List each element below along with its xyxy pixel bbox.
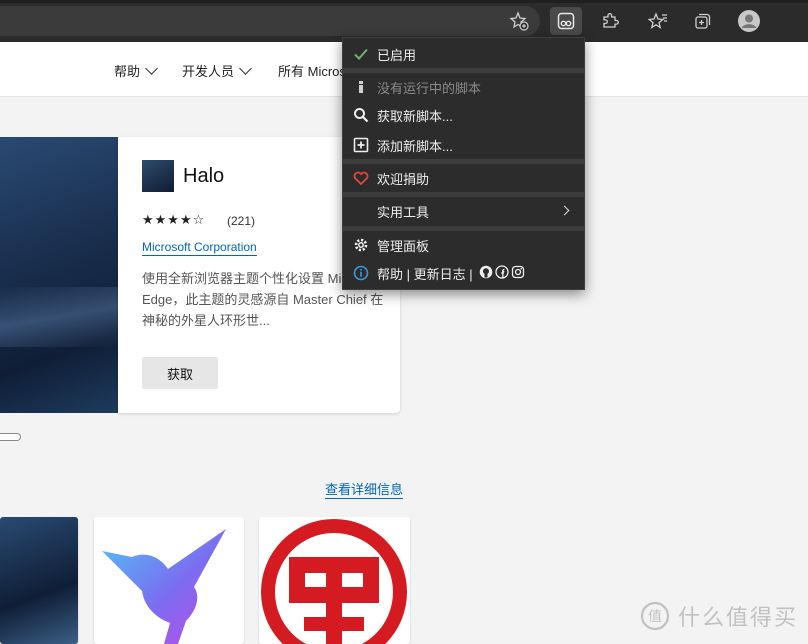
- nav-item-label: 帮助: [114, 64, 141, 79]
- menu-item-label: 添加新脚本...: [377, 138, 453, 154]
- info-icon: [353, 265, 369, 281]
- heart-icon: [353, 170, 369, 186]
- tampermonkey-extension-icon[interactable]: [550, 7, 582, 35]
- menu-item-label: 已启用: [377, 47, 417, 63]
- profile-avatar-icon[interactable]: [733, 7, 765, 35]
- github-icon[interactable]: [479, 265, 493, 279]
- nav-item-help[interactable]: 帮助: [114, 61, 158, 80]
- tampermonkey-menu: 已启用 没有运行中的脚本 获取新脚本... 添加新脚本... 欢迎捐助 实用工具: [342, 37, 585, 290]
- watermark: 值 什么值得买: [640, 600, 798, 632]
- social-links: [479, 265, 525, 279]
- nav-item-label: 开发人员: [182, 64, 235, 79]
- get-button[interactable]: 获取: [142, 357, 218, 389]
- view-details-link[interactable]: 查看详细信息: [325, 482, 404, 499]
- tile-icbc[interactable]: [259, 517, 410, 644]
- add-box-icon: [353, 137, 369, 153]
- menu-item-get-new-scripts[interactable]: 获取新脚本...: [343, 101, 584, 129]
- browser-toolbar: [0, 0, 808, 42]
- extensions-icon[interactable]: [594, 7, 626, 35]
- chevron-right-icon: [559, 205, 570, 216]
- menu-item-label: 帮助 | 更新日志 |: [377, 266, 473, 282]
- menu-item-label: 实用工具: [377, 204, 430, 220]
- theme-title: Halo: [183, 165, 225, 187]
- menu-item-help-changelog[interactable]: 帮助 | 更新日志 |: [343, 259, 584, 287]
- watermark-logo: 值: [640, 601, 670, 631]
- icbc-logo-icon: [261, 519, 407, 644]
- check-icon: [353, 46, 369, 62]
- menu-item-label: 没有运行中的脚本: [377, 80, 482, 96]
- tile-bird-app[interactable]: [94, 517, 244, 644]
- nav-item-all-microsoft[interactable]: 所有 Micros: [278, 61, 346, 80]
- menu-item-enabled[interactable]: 已启用: [343, 40, 584, 68]
- search-icon: [353, 107, 369, 123]
- watermark-logo-char: 值: [648, 609, 662, 625]
- favorites-icon[interactable]: [642, 7, 674, 35]
- theme-logo: [142, 160, 174, 192]
- menu-item-no-scripts: 没有运行中的脚本: [343, 73, 584, 101]
- publisher-link[interactable]: Microsoft Corporation: [142, 240, 257, 256]
- menu-item-donate[interactable]: 欢迎捐助: [343, 164, 584, 192]
- facebook-icon[interactable]: [495, 265, 509, 279]
- menu-item-label: 获取新脚本...: [377, 108, 453, 124]
- window-top-edge: [0, 0, 808, 3]
- star-rating: ★★★★☆: [142, 213, 206, 228]
- menu-item-add-new-script[interactable]: 添加新脚本...: [343, 131, 584, 159]
- menu-item-label: 管理面板: [377, 238, 430, 254]
- hero-image-highlight: [0, 287, 118, 347]
- instagram-icon[interactable]: [511, 265, 525, 279]
- tile-halo[interactable]: [0, 517, 78, 644]
- favorites-add-icon[interactable]: [503, 7, 535, 35]
- menu-item-dashboard[interactable]: 管理面板: [343, 231, 584, 259]
- hero-banner-image[interactable]: [0, 137, 118, 413]
- collections-icon[interactable]: [687, 7, 719, 35]
- nav-item-developers[interactable]: 开发人员: [182, 61, 252, 80]
- nav-item-label: 所有 Micros: [278, 64, 346, 79]
- rating-count: (221): [227, 214, 256, 228]
- info-exclamation-icon: [353, 79, 369, 95]
- chevron-down-icon: [145, 62, 158, 75]
- watermark-text: 什么值得买: [678, 606, 799, 631]
- menu-item-utilities[interactable]: 实用工具: [343, 197, 584, 225]
- chevron-down-icon: [239, 62, 252, 75]
- address-bar[interactable]: [0, 6, 540, 36]
- carousel-pager[interactable]: [0, 433, 21, 441]
- hummingbird-logo-icon: [102, 529, 226, 644]
- gear-icon: [353, 237, 369, 253]
- menu-item-label: 欢迎捐助: [377, 171, 430, 187]
